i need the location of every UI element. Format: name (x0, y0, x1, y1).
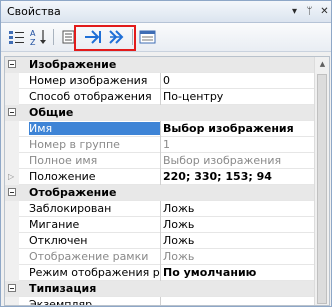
property-value[interactable]: 1 (163, 138, 313, 151)
property-row[interactable]: Отображение рамки Ложь (5, 249, 314, 265)
property-row[interactable]: Заблокирован Ложь (5, 201, 314, 217)
title-bar: Свойства ▾ ᛘ ✕ (1, 1, 331, 23)
property-row[interactable]: Мигание Ложь (5, 217, 314, 233)
property-row[interactable]: Номер в группе 1 (5, 137, 314, 153)
property-value[interactable]: По умолчанию (163, 266, 313, 279)
svg-text:Z: Z (30, 38, 36, 46)
row-gutter (5, 89, 19, 105)
property-value[interactable]: Выбор изображения (163, 154, 313, 167)
column-divider (160, 265, 161, 281)
property-row[interactable]: Полное имя Выбор изображения (5, 153, 314, 169)
property-row[interactable]: Отключен Ложь (5, 233, 314, 249)
property-value[interactable]: Ложь (163, 234, 313, 247)
vertical-scrollbar[interactable]: ▲ (314, 57, 329, 305)
scroll-up-icon[interactable]: ▲ (315, 57, 329, 72)
property-row[interactable]: Режим отображения ра По умолчанию (5, 265, 314, 281)
category-row[interactable]: Общие (5, 105, 314, 121)
property-value[interactable]: По-центру (163, 90, 313, 103)
column-divider (160, 137, 161, 153)
properties-window: Свойства ▾ ᛘ ✕ A Z Изображение Номер изо… (0, 0, 332, 307)
property-name: Имя (29, 122, 160, 135)
category-row[interactable]: Типизация (5, 281, 314, 297)
column-divider (160, 249, 161, 265)
property-name: Режим отображения ра (29, 266, 161, 279)
property-value[interactable]: Ложь (163, 250, 313, 263)
category-label: Изображение (29, 58, 117, 71)
property-name: Полное имя (29, 154, 98, 167)
pin-icon[interactable]: ᛘ (303, 5, 316, 18)
alphabetical-sort-icon[interactable]: A Z (29, 28, 49, 46)
property-row[interactable]: Способ отображения По-центру (5, 89, 314, 105)
category-row[interactable]: Изображение (5, 57, 314, 73)
property-name: Номер изображения (29, 74, 148, 87)
column-divider (160, 121, 161, 137)
property-name: Номер в группе (29, 138, 120, 151)
property-value[interactable]: 220; 330; 153; 94 (163, 170, 313, 183)
collapse-icon[interactable] (8, 188, 16, 196)
column-divider (160, 153, 161, 169)
column-divider (160, 201, 161, 217)
collapse-icon[interactable] (8, 284, 16, 292)
column-divider (160, 73, 161, 89)
toolbar-separator (53, 29, 54, 45)
row-gutter (5, 233, 19, 249)
category-label: Типизация (29, 282, 97, 295)
row-gutter (5, 137, 19, 153)
category-label: Отображение (29, 186, 117, 199)
row-gutter (5, 217, 19, 233)
toolbar: A Z (1, 23, 331, 52)
row-gutter (5, 297, 19, 305)
categorized-view-icon[interactable] (7, 28, 27, 46)
column-divider (160, 89, 161, 105)
property-value[interactable]: Выбор изображения (163, 122, 313, 135)
row-gutter (5, 249, 19, 265)
highlight-box (74, 25, 136, 51)
column-divider (160, 297, 161, 305)
column-divider (160, 217, 161, 233)
window-title: Свойства (7, 5, 61, 18)
property-name: Заблокирован (29, 202, 112, 215)
column-divider (160, 169, 161, 185)
svg-text:A: A (30, 29, 36, 38)
property-row[interactable]: Имя Выбор изображения (5, 121, 314, 137)
property-row[interactable]: Номер изображения 0 (5, 73, 314, 89)
property-name: Отображение рамки (29, 250, 149, 263)
category-row[interactable]: Отображение (5, 185, 314, 201)
collapse-icon[interactable] (8, 60, 16, 68)
expand-icon[interactable]: ▷ (8, 172, 14, 181)
dropdown-icon[interactable]: ▾ (288, 5, 301, 18)
property-name: Способ отображения (29, 90, 152, 103)
row-gutter (5, 201, 19, 217)
close-icon[interactable]: ✕ (318, 5, 331, 18)
collapse-icon[interactable] (8, 108, 16, 116)
property-grid: Изображение Номер изображения 0 Способ отоб… (4, 56, 330, 306)
row-gutter (5, 121, 19, 137)
column-divider (160, 233, 161, 249)
property-name: Экземпляр (29, 298, 93, 306)
property-name: Отключен (29, 234, 88, 247)
scroll-thumb[interactable] (317, 74, 327, 304)
property-row[interactable]: ▷ Положение 220; 330; 153; 94 (5, 169, 314, 185)
property-value[interactable]: Ложь (163, 202, 313, 215)
row-gutter (5, 265, 19, 281)
category-label: Общие (29, 106, 74, 119)
property-name: Положение (29, 170, 96, 183)
row-gutter (5, 73, 19, 89)
property-value[interactable]: Ложь (163, 218, 313, 231)
property-window-icon[interactable] (138, 28, 158, 46)
property-name: Мигание (29, 218, 80, 231)
property-value[interactable]: 0 (163, 74, 313, 87)
property-row[interactable]: Экземпляр (5, 297, 314, 306)
row-gutter (5, 153, 19, 169)
